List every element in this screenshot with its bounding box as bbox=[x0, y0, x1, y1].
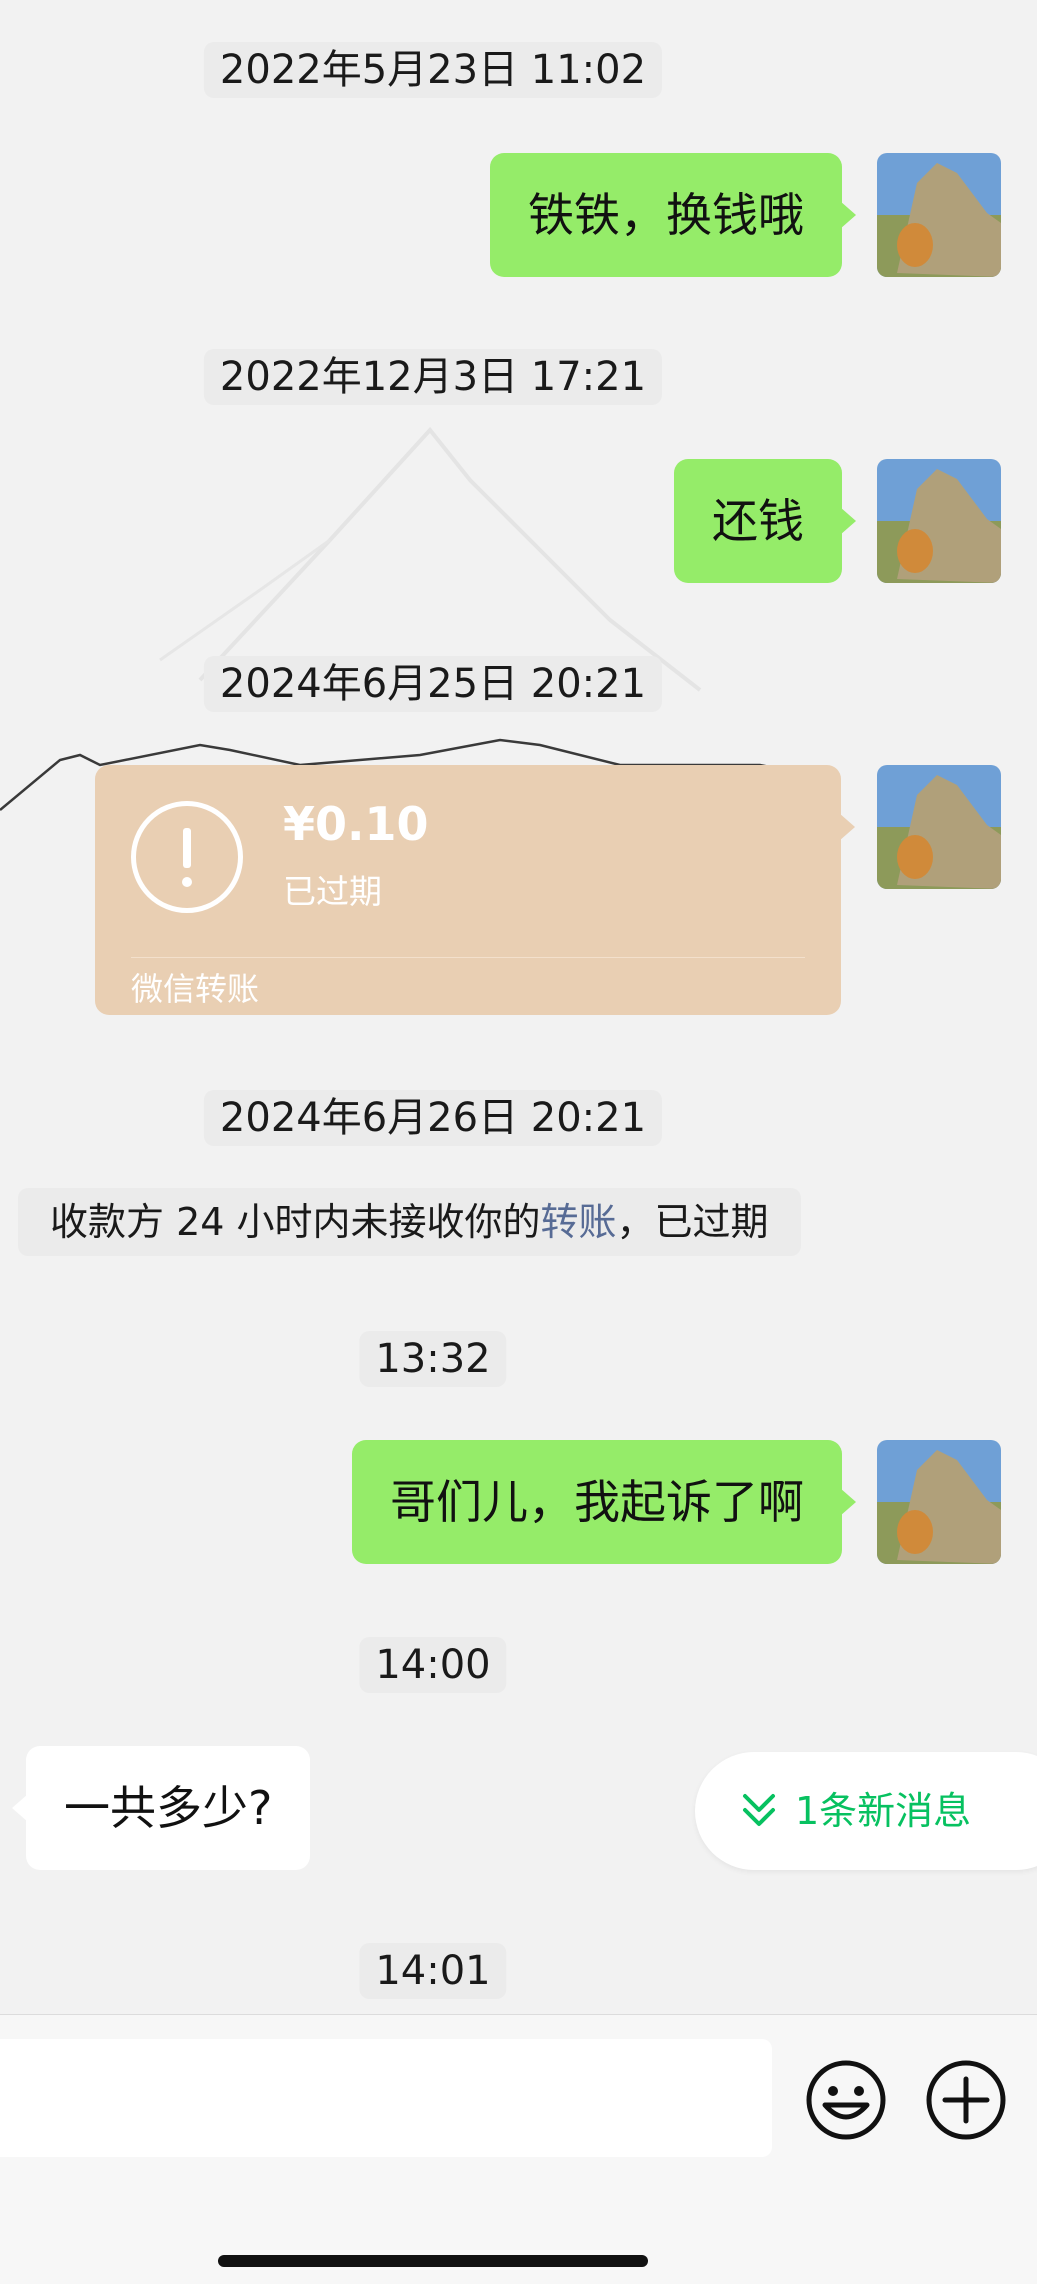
message-input[interactable] bbox=[0, 2039, 772, 2157]
sent-message-bubble[interactable]: 还钱 bbox=[674, 459, 856, 583]
system-notice-text: 收款方 24 小时内未接收你的 bbox=[50, 1200, 541, 1244]
transfer-label: 微信转账 bbox=[131, 970, 260, 1008]
composer-bar bbox=[0, 2014, 1037, 2284]
plus-icon[interactable] bbox=[925, 2059, 1007, 2141]
timestamp: 2022年12月3日 17:21 bbox=[203, 349, 663, 405]
new-message-button[interactable]: 1条新消息 bbox=[695, 1752, 1037, 1870]
timestamp: 2022年5月23日 11:02 bbox=[203, 42, 663, 98]
transfer-status: 已过期 bbox=[283, 872, 382, 911]
sent-message-bubble[interactable]: 铁铁，换钱哦 bbox=[490, 153, 856, 277]
message-row-sent: 哥们儿，我起诉了啊 bbox=[0, 1440, 1037, 1564]
avatar[interactable] bbox=[877, 459, 1001, 583]
avatar[interactable] bbox=[877, 1440, 1001, 1564]
timestamp: 13:32 bbox=[359, 1331, 507, 1387]
received-message-bubble[interactable]: 一共多少? bbox=[11, 1746, 311, 1870]
avatar[interactable] bbox=[877, 153, 1001, 277]
double-chevron-down-icon bbox=[743, 1794, 775, 1826]
sent-message-bubble[interactable]: 哥们儿，我起诉了啊 bbox=[352, 1440, 856, 1564]
timestamp: 14:00 bbox=[359, 1637, 507, 1693]
transfer-link[interactable]: 转账 bbox=[541, 1200, 617, 1244]
home-indicator bbox=[218, 2255, 648, 2267]
emoji-icon[interactable] bbox=[805, 2059, 887, 2141]
system-notice-suffix: ，已过期 bbox=[616, 1200, 769, 1244]
message-row-sent: 铁铁，换钱哦 bbox=[0, 153, 1037, 277]
avatar[interactable] bbox=[877, 765, 1001, 889]
timestamp: 2024年6月26日 20:21 bbox=[203, 1090, 663, 1146]
exclamation-icon bbox=[131, 801, 243, 913]
divider bbox=[131, 957, 805, 958]
timestamp: 14:01 bbox=[359, 1943, 507, 1999]
transfer-amount: ¥0.10 bbox=[283, 797, 429, 851]
transfer-card[interactable]: ¥0.10 已过期 微信转账 bbox=[95, 765, 855, 1015]
timestamp: 2024年6月25日 20:21 bbox=[203, 656, 663, 712]
message-row-sent: 还钱 bbox=[0, 459, 1037, 583]
new-message-label: 1条新消息 bbox=[795, 1789, 972, 1833]
system-notice: 收款方 24 小时内未接收你的转账，已过期 bbox=[18, 1188, 801, 1256]
